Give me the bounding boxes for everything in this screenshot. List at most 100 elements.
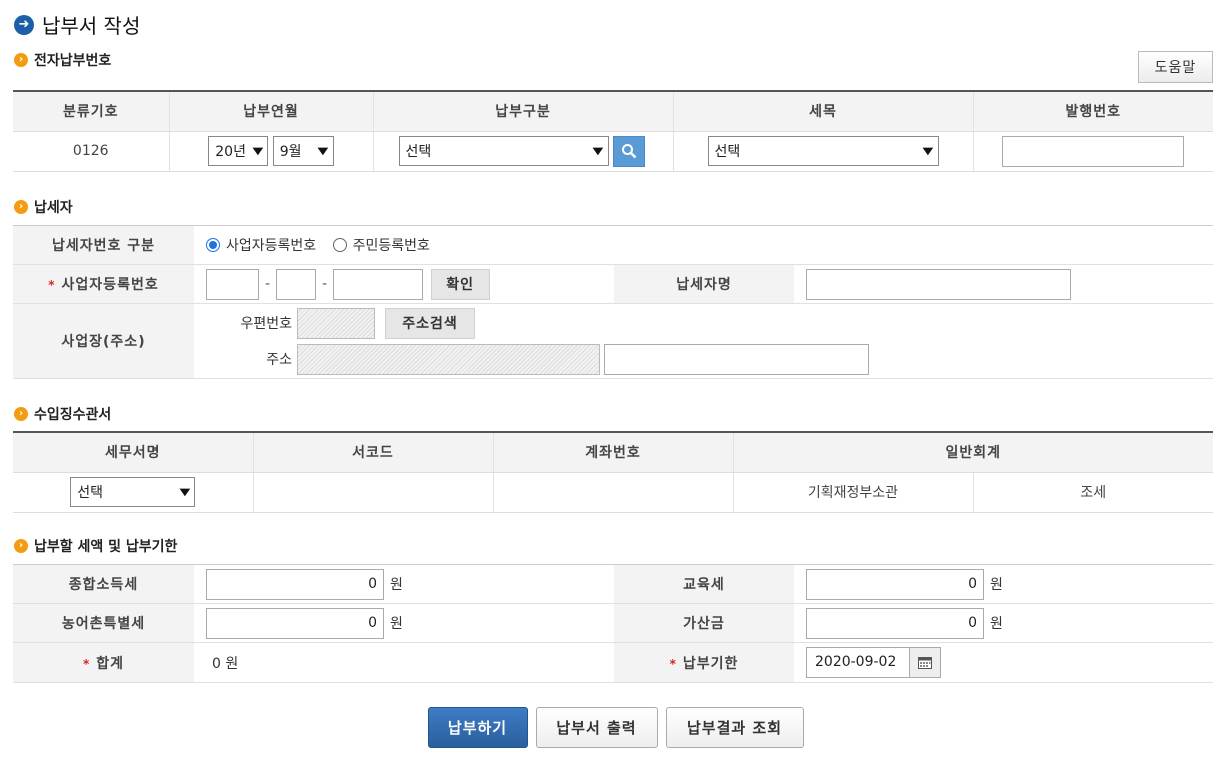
- payment-number-table: 분류기호 납부연월 납부구분 세목 발행번호 0126 20년 ▼ 9월 ▼ 선택 ▼…: [13, 90, 1213, 172]
- id-type-label: 납세자번호 구분: [13, 225, 194, 265]
- unit-label: 원: [990, 616, 1003, 632]
- education-tax-cell: 0원: [794, 564, 1213, 604]
- pay-button[interactable]: 납부하기: [427, 707, 528, 748]
- chevron-down-icon: ▼: [592, 145, 604, 157]
- radio-resident-number[interactable]: [332, 238, 347, 252]
- tax-item-select[interactable]: 선택 ▼: [707, 136, 939, 166]
- deadline-input[interactable]: 2020-09-02: [806, 647, 910, 678]
- issue-number-input[interactable]: [1002, 135, 1185, 167]
- taxpayer-name-cell: [794, 264, 1214, 304]
- dash-separator: -: [322, 276, 328, 292]
- issue-number-cell: [972, 131, 1213, 172]
- confirm-button[interactable]: 확인: [430, 268, 490, 300]
- payment-result-button[interactable]: 납부결과 조회: [665, 707, 804, 748]
- bullet-arrow-icon: ›: [14, 407, 28, 421]
- address-detail-input[interactable]: [604, 343, 869, 375]
- deadline-label: 납부기한: [682, 655, 739, 672]
- rural-tax-input[interactable]: 0: [206, 607, 384, 639]
- taxpayer-table: 납세자번호 구분 사업자등록번호 주민등록번호 * 사업자등록번호 - - 확인 납…: [13, 225, 1214, 379]
- rural-tax-label: 농어촌특별세: [13, 603, 194, 643]
- total-value: 0 원: [194, 642, 614, 683]
- rural-tax-cell: 0원: [194, 603, 614, 643]
- tax-item-value: 선택: [714, 144, 741, 160]
- tax-office-value: 선택: [77, 485, 104, 501]
- account-number-cell: [492, 472, 733, 513]
- payment-type-value: 선택: [405, 144, 432, 160]
- section-label: 납세자: [34, 200, 73, 216]
- business-number-label: 사업자등록번호: [61, 277, 159, 293]
- address-input[interactable]: [297, 343, 600, 375]
- income-tax-label: 종합소득세: [13, 564, 194, 604]
- office-select-cell: 선택 ▼: [13, 472, 253, 513]
- amount-row-1: 종합소득세 0원 교육세 0원: [13, 564, 1213, 604]
- classification-code: 0126: [13, 131, 169, 172]
- radio-business-number[interactable]: [206, 238, 220, 252]
- action-buttons: 납부하기 납부서 출력 납부결과 조회: [0, 707, 1231, 748]
- penalty-input[interactable]: 0: [806, 607, 984, 639]
- business-number-part1-input[interactable]: [206, 268, 259, 300]
- bullet-arrow-icon: ›: [14, 53, 28, 67]
- payment-type-select[interactable]: 선택 ▼: [398, 136, 609, 166]
- business-number-part2-input[interactable]: [276, 268, 317, 300]
- search-button[interactable]: [612, 135, 645, 167]
- education-tax-label: 교육세: [614, 564, 794, 604]
- tax-office-select[interactable]: 선택 ▼: [70, 477, 196, 507]
- postal-line: 우편번호 주소검색: [194, 307, 1213, 339]
- penalty-cell: 0원: [794, 603, 1213, 643]
- section-title-collector: › 수입징수관서: [14, 404, 111, 424]
- section-label: 전자납부번호: [34, 53, 112, 69]
- total-header: * 합계: [13, 642, 194, 683]
- amount-table: 종합소득세 0원 교육세 0원 농어촌특별세 0원 가산금 0원 * 합계 0 원…: [13, 564, 1213, 683]
- business-number-row: * 사업자등록번호 - - 확인 납세자명: [13, 264, 1214, 304]
- business-number-part3-input[interactable]: [333, 268, 424, 300]
- postal-code-input[interactable]: [297, 307, 375, 339]
- required-mark: *: [48, 278, 56, 292]
- address-search-button[interactable]: 주소검색: [385, 307, 475, 339]
- unit-label: 원: [390, 616, 403, 632]
- bullet-arrow-icon: ›: [14, 539, 28, 553]
- month-select-value: 9월: [279, 144, 302, 160]
- dash-separator: -: [265, 276, 271, 292]
- header-office-code: 서코드: [252, 432, 493, 473]
- taxpayer-name-label: 납세자명: [614, 264, 794, 304]
- month-select[interactable]: 9월 ▼: [272, 136, 334, 166]
- chevron-down-icon: ▼: [179, 486, 190, 498]
- page-title-text: 납부서 작성: [42, 14, 141, 38]
- table-header-row: 분류기호 납부연월 납부구분 세목 발행번호: [13, 91, 1213, 132]
- help-button[interactable]: 도움말: [1138, 51, 1213, 83]
- year-select-value: 20년: [215, 144, 246, 160]
- income-tax-input[interactable]: 0: [206, 568, 384, 600]
- id-type-cell: 사업자등록번호 주민등록번호: [194, 225, 1214, 265]
- office-code-cell: [252, 472, 493, 513]
- radio-resident-label: 주민등록번호: [352, 238, 430, 254]
- table-header-row: 세무서명 서코드 계좌번호 일반회계: [13, 432, 1213, 473]
- required-mark: *: [82, 656, 91, 671]
- section-label: 수입징수관서: [34, 407, 112, 423]
- section-title-payment-number: › 전자납부번호: [14, 50, 111, 70]
- general-account-cell: 기획재정부소관: [732, 472, 973, 513]
- year-select[interactable]: 20년 ▼: [208, 136, 269, 166]
- bullet-arrow-icon: ›: [14, 200, 28, 214]
- header-account-number: 계좌번호: [492, 432, 733, 473]
- header-issue-number: 발행번호: [972, 91, 1213, 132]
- addr-label: 주소: [266, 352, 292, 368]
- payment-type-cell: 선택 ▼: [372, 131, 673, 172]
- calendar-button[interactable]: [910, 647, 941, 678]
- header-year-month: 납부연월: [168, 91, 373, 132]
- address-row: 사업장(주소) 우편번호 주소검색 주소: [13, 303, 1214, 379]
- general-type-cell: 조세: [972, 472, 1213, 513]
- table-row: 선택 ▼ 기획재정부소관 조세: [13, 472, 1213, 513]
- section-title-taxpayer: › 납세자: [14, 197, 73, 217]
- header-general-account: 일반회계: [732, 432, 1213, 473]
- taxpayer-name-input[interactable]: [806, 268, 1071, 300]
- section-label: 납부할 세액 및 납부기한: [34, 539, 178, 555]
- search-icon: [621, 144, 637, 159]
- education-tax-input[interactable]: 0: [806, 568, 984, 600]
- year-month-cell: 20년 ▼ 9월 ▼: [168, 131, 373, 172]
- unit-label: 원: [990, 577, 1003, 593]
- amount-row-2: 농어촌특별세 0원 가산금 0원: [13, 603, 1213, 643]
- print-payment-form-button[interactable]: 납부서 출력: [535, 707, 658, 748]
- penalty-label: 가산금: [614, 603, 794, 643]
- total-label: 합계: [96, 655, 125, 672]
- tax-item-cell: 선택 ▼: [672, 131, 973, 172]
